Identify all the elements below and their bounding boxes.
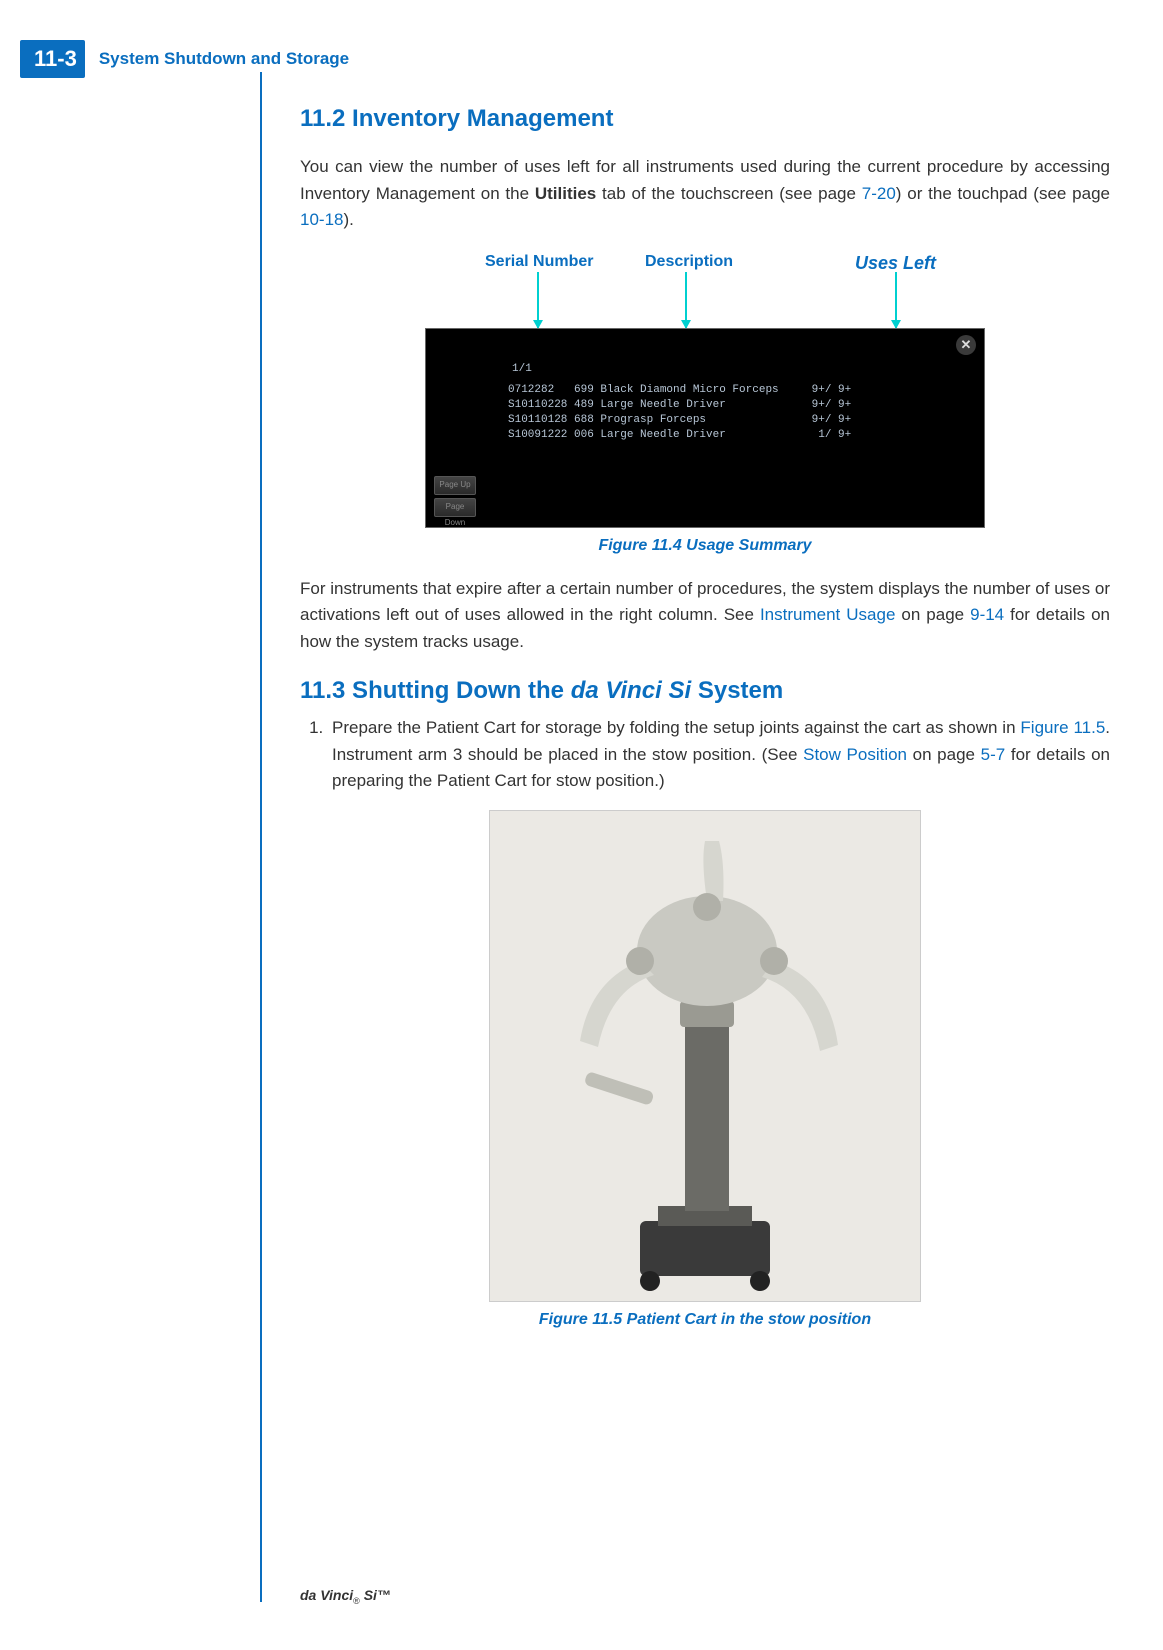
link-page-5-7[interactable]: 5-7: [981, 745, 1006, 764]
section-11-3-heading: 11.3 Shutting Down the da Vinci Si Syste…: [300, 672, 1110, 709]
figure-11-4-caption: Figure 11.4 Usage Summary: [425, 534, 985, 559]
link-stow-position[interactable]: Stow Position: [803, 745, 907, 764]
usage-summary-figure: Serial Number Description Uses Left ✕ 1/…: [425, 250, 985, 559]
vertical-rule: [260, 72, 262, 1602]
page-up-button[interactable]: Page Up: [434, 476, 476, 495]
figure-11-5-caption: Figure 11.5 Patient Cart in the stow pos…: [300, 1308, 1110, 1333]
text: da Vinci: [300, 1587, 353, 1603]
close-icon[interactable]: ✕: [956, 335, 976, 355]
patient-cart-image: [489, 810, 921, 1302]
text: Prepare the Patient Cart for storage by …: [332, 718, 1020, 737]
step-1: Prepare the Patient Cart for storage by …: [328, 715, 1110, 794]
text: on page: [895, 605, 970, 624]
text: Si™: [360, 1587, 391, 1603]
arrow-icon: [685, 272, 687, 328]
text-italic: da Vinci Si: [571, 677, 691, 704]
link-page-10-18[interactable]: 10-18: [300, 210, 343, 229]
text: on page: [907, 745, 981, 764]
utilities-label: Utilities: [535, 184, 596, 203]
link-instrument-usage[interactable]: Instrument Usage: [760, 605, 895, 624]
usage-panel: ✕ 1/1 0712282 699 Black Diamond Micro Fo…: [425, 328, 985, 528]
arrow-icon: [895, 272, 897, 328]
text: 11.3 Shutting Down the: [300, 677, 571, 704]
footer-brand: da Vinci® Si™: [300, 1587, 391, 1606]
link-figure-11-5[interactable]: Figure 11.5: [1020, 718, 1105, 737]
link-page-9-14[interactable]: 9-14: [970, 605, 1004, 624]
after-figure-para: For instruments that expire after a cert…: [300, 576, 1110, 655]
registered-mark: ®: [353, 1596, 360, 1606]
page-indicator: 1/1: [512, 361, 532, 378]
chapter-title: System Shutdown and Storage: [99, 49, 349, 69]
text: ).: [343, 210, 353, 229]
page-number-badge: 11-3: [20, 40, 85, 78]
text: System: [691, 677, 783, 704]
arrow-icon: [537, 272, 539, 328]
usage-rows: 0712282 699 Black Diamond Micro Forceps …: [508, 383, 851, 442]
page-down-button[interactable]: Page Down: [434, 498, 476, 517]
text: tab of the touchscreen (see page: [596, 184, 861, 203]
link-page-7-20[interactable]: 7-20: [862, 184, 896, 203]
section-11-2-heading: 11.2 Inventory Management: [300, 100, 1110, 137]
section-11-2-para: You can view the number of uses left for…: [300, 154, 1110, 233]
text: ) or the touchpad (see page: [896, 184, 1110, 203]
